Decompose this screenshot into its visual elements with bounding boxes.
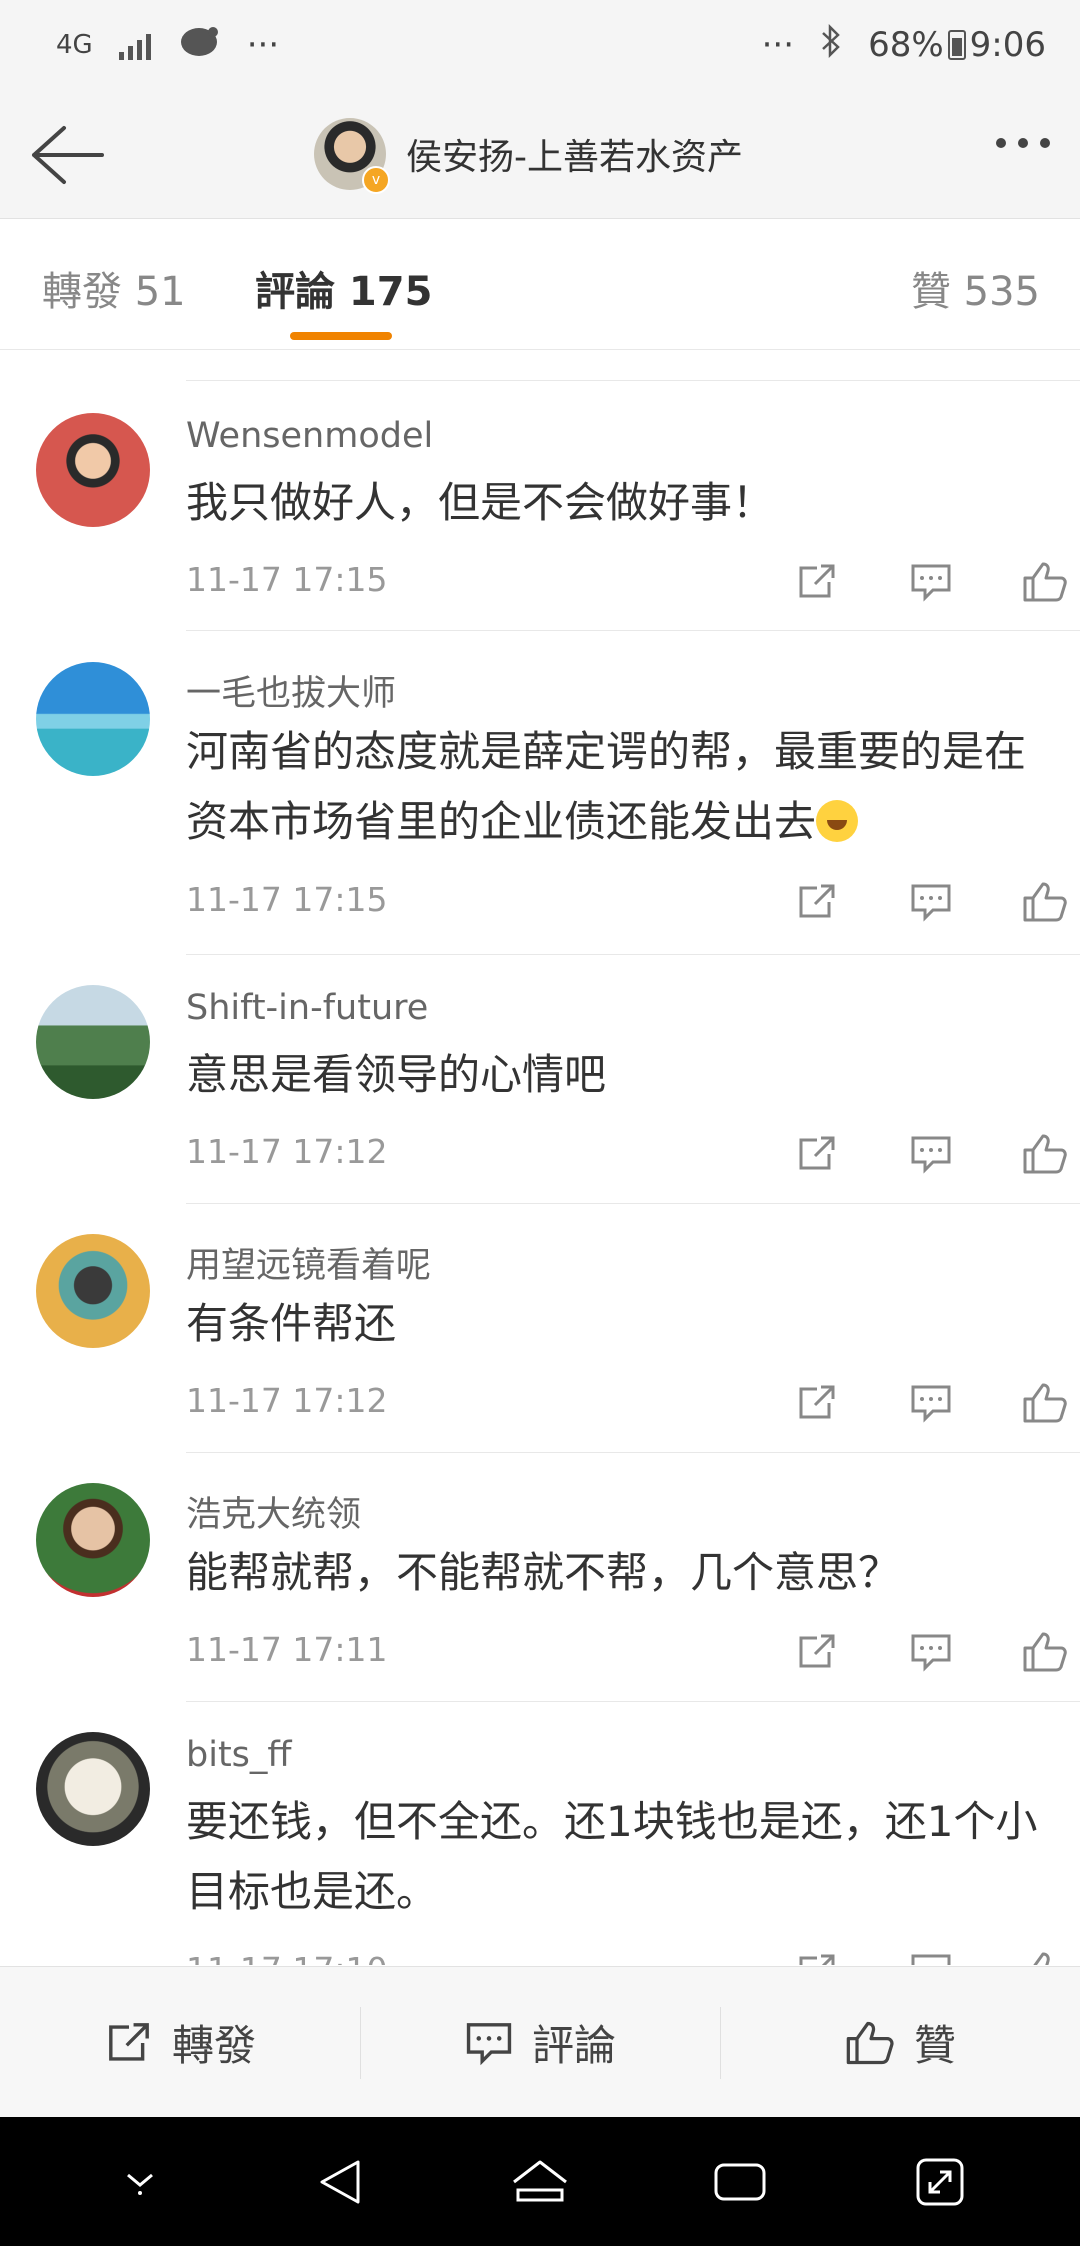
share-icon[interactable] [760,1628,874,1676]
tab-comments[interactable]: 評論 175 [255,259,432,317]
expand-icon[interactable] [900,2147,980,2217]
share-icon[interactable] [760,878,874,926]
comment-time: 11-17 17:11 [186,1630,388,1669]
comment-label: 評論 [531,2021,616,2070]
avatar[interactable] [36,1234,150,1348]
comment-time: 11-17 17:10 [186,1950,387,1965]
ellipsis-left: ··· [246,25,280,65]
comment-text: 要还钱，但不全还。还1块钱也是还，还1个小目标也是还。 [186,1797,1038,1916]
reply-icon[interactable] [874,558,988,606]
comment-time: 11-17 17:15 [186,560,388,599]
tab-repost[interactable]: 轉發 51 [42,259,186,317]
verified-badge-icon: v [362,166,390,194]
more-icon[interactable] [996,138,1050,148]
bluetooth-icon [820,23,842,68]
avatar[interactable] [36,413,150,527]
like-icon [846,2021,894,2064]
share-icon[interactable] [760,1948,874,1965]
comment-time: 11-17 17:12 [186,1132,388,1171]
hide-keyboard-icon[interactable] [100,2147,180,2217]
header: v 侯安扬-上善若水资产 [0,90,1080,219]
page-title[interactable]: 侯安扬-上善若水资产 [406,128,743,180]
reply-icon[interactable] [874,1130,988,1178]
comment-text: 有条件帮还 [186,1299,397,1348]
comment-text: 意思是看领导的心情吧 [186,1050,607,1099]
back-triangle-icon[interactable] [300,2147,380,2217]
author-avatar[interactable]: v [314,118,390,194]
tab-bar: 轉發 51 評論 175 贊 535 [0,219,1080,350]
like-icon[interactable] [988,1628,1080,1676]
like-icon[interactable] [988,878,1080,926]
active-tab-indicator [290,332,392,340]
like-icon[interactable] [988,1948,1080,1965]
ellipsis-right: ··· [761,25,795,65]
reply-icon[interactable] [874,1628,988,1676]
battery-percent: 68% [868,25,944,65]
avatar[interactable] [36,985,150,1099]
comment-author[interactable]: Shift-in-future [186,988,428,1028]
like-label: 贊 [913,2021,956,2070]
app-notification-icon [177,24,221,67]
comment-author[interactable]: Wensenmodel [186,416,433,456]
share-icon [109,2022,149,2061]
like-button[interactable]: 贊 [720,1967,1080,2118]
clock: 9:06 [969,25,1046,65]
divider [186,630,1080,631]
comment-button[interactable]: 評論 [360,1967,720,2118]
reply-icon[interactable] [874,878,988,926]
comment-author[interactable]: 浩克大统领 [186,1486,361,1537]
comment-author[interactable]: bits_ff [186,1735,292,1775]
comment-list[interactable]: Wensenmodel 我只做好人，但是不会做好事！ 11-17 17:15 一… [0,350,1080,1965]
comment-author[interactable]: 用望远镜看着呢 [186,1237,431,1288]
divider [186,1452,1080,1453]
battery-icon [947,30,966,60]
system-navigation-bar [0,2117,1080,2246]
share-icon[interactable] [760,558,874,606]
like-icon[interactable] [988,1130,1080,1178]
comment-time: 11-17 17:12 [186,1381,388,1420]
comment-text: 河南省的态度就是薛定谔的帮，最重要的是在资本市场省里的企业债还能发出去 [186,717,1056,857]
avatar[interactable] [36,1732,150,1846]
comment-author[interactable]: 一毛也拔大师 [186,665,396,716]
repost-button[interactable]: 轉發 [0,1967,360,2118]
repost-label: 轉發 [171,2021,256,2070]
like-icon[interactable] [988,1379,1080,1427]
network-type: 4G [56,30,93,60]
back-button[interactable] [26,120,106,190]
like-icon[interactable] [988,558,1080,606]
back-arrow-icon [32,126,104,184]
home-icon[interactable] [500,2147,580,2217]
comment-text: 能帮就帮，不能帮就不帮，几个意思？ [186,1548,901,1597]
recents-icon[interactable] [700,2147,780,2217]
signal-icon [118,30,151,60]
laughing-tears-emoji [816,800,859,842]
reply-icon[interactable] [874,1948,988,1965]
share-icon[interactable] [760,1130,874,1178]
divider [186,1203,1080,1204]
comment-text-body: 河南省的态度就是薛定谔的帮，最重要的是在资本市场省里的企业债还能发出去 [186,727,1027,846]
share-icon[interactable] [760,1379,874,1427]
comment-time: 11-17 17:15 [186,880,388,919]
reply-icon [466,2022,512,2065]
avatar[interactable] [36,1483,150,1597]
tab-likes[interactable]: 贊 535 [911,259,1040,317]
divider [186,380,1080,381]
avatar[interactable] [36,662,150,776]
bottom-action-bar: 轉發 評論 贊 [0,1966,1080,2118]
comment-text: 我只做好人，但是不会做好事！ [186,478,775,527]
reply-icon[interactable] [874,1379,988,1427]
divider [186,1701,1080,1702]
divider [186,954,1080,955]
status-bar: 4G ··· ··· 68% 9:06 [0,0,1080,90]
